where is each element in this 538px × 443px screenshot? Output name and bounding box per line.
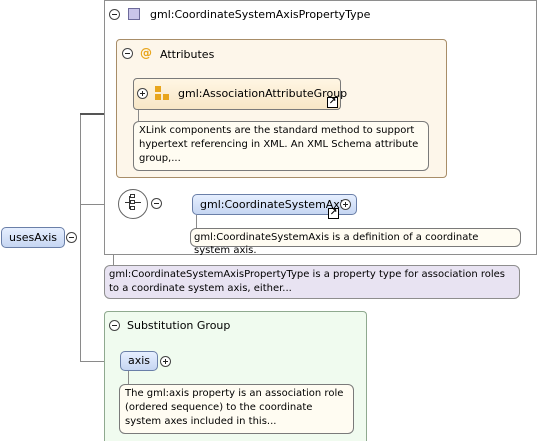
root-collapse-toggle[interactable] [66,232,77,243]
child-element-expand-toggle[interactable] [340,199,351,210]
child-element-shortcut-icon[interactable]: ↗ [328,208,339,219]
substitution-group-header: Substitution Group [127,319,231,332]
child-element-label: gml:CoordinateSystemAxis [200,198,349,211]
connector-axis-doc [128,371,129,384]
complex-type-title: gml:CoordinateSystemAxisPropertyType [150,8,371,21]
complex-type-doc: gml:CoordinateSystemAxisPropertyType is … [104,265,520,299]
substitution-group-collapse-toggle[interactable] [109,320,120,331]
type-collapse-toggle[interactable] [109,9,120,20]
complex-type-icon [128,8,140,20]
connector-root-to-substitution [80,238,81,362]
attribute-group-expand-toggle[interactable] [137,88,148,99]
attribute-group-doc: XLink components are the standard method… [133,121,429,171]
connector-child-doc [196,215,197,228]
root-element-label: usesAxis [9,231,58,244]
connector-type-doc [113,255,114,265]
attributes-header: Attributes [160,48,215,61]
attribute-group-icon [155,86,170,101]
attribute-group-shortcut-icon[interactable]: ↗ [327,97,338,108]
sequence-collapse-toggle[interactable] [151,198,162,209]
attribute-group-name: gml:AssociationAttributeGroup [178,87,348,100]
root-element-usesAxis[interactable]: usesAxis [1,227,66,248]
connector-attrgroup-doc [138,110,139,121]
substitution-element-axis[interactable]: axis [120,351,159,371]
at-sign-icon: @ [140,46,152,60]
substitution-element-doc: The gml:axis property is an association … [119,384,354,434]
attributes-collapse-toggle[interactable] [122,48,133,59]
sequence-icon[interactable] [118,189,148,219]
substitution-element-label: axis [128,354,151,367]
substitution-element-expand-toggle[interactable] [160,356,171,367]
child-element-doc: gml:CoordinateSystemAxis is a definition… [190,228,521,256]
connector-root-to-type [80,113,81,238]
